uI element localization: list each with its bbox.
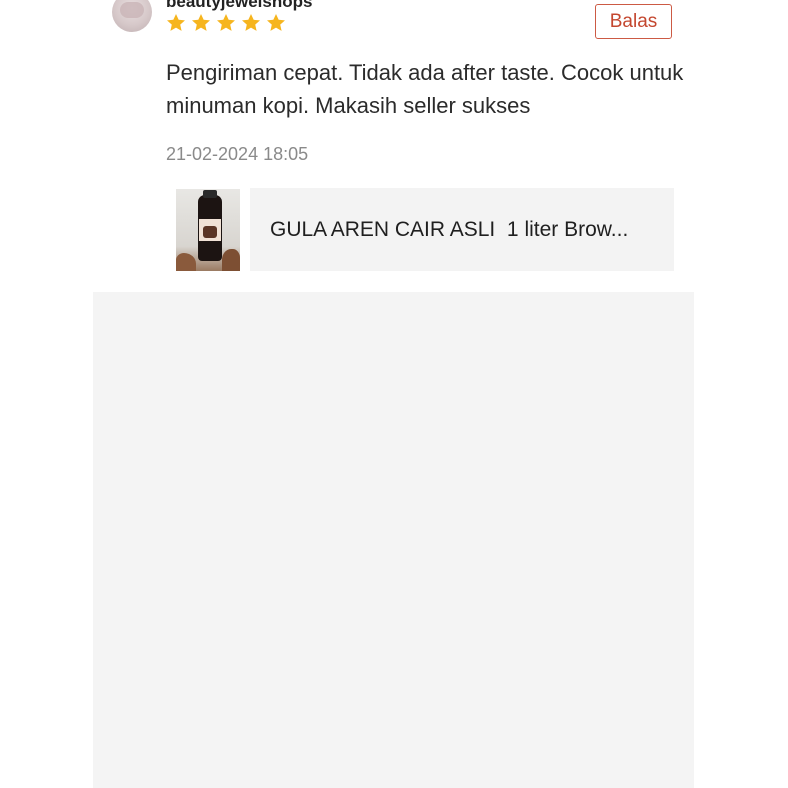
product-title: GULA AREN CAIR ASLI 1 liter Brow...: [270, 217, 629, 241]
star-icon: [217, 14, 235, 31]
product-thumbnail: [176, 189, 240, 271]
user-avatar[interactable]: [112, 0, 152, 32]
reply-button[interactable]: Balas: [595, 4, 672, 39]
product-card[interactable]: GULA AREN CAIR ASLI 1 liter Brow...: [166, 188, 674, 271]
palm-sugar-block-icon: [222, 249, 240, 271]
bottle-cap: [203, 190, 217, 198]
syrup-bottle-icon: [166, 188, 250, 271]
star-icon: [167, 14, 185, 31]
bottle-label-picture: [203, 226, 217, 238]
review-text: Pengiriman cepat. Tidak ada after taste.…: [166, 60, 684, 118]
star-rating: [165, 12, 287, 34]
star-icon: [267, 14, 285, 31]
review-page: beautyjewelshops Balas Pengiriman cepat.…: [0, 0, 788, 788]
reviewer-username: beautyjewelshops: [166, 0, 313, 11]
review-timestamp: 21-02-2024 18:05: [166, 144, 309, 164]
empty-content-area: [93, 292, 694, 788]
star-icon: [192, 14, 210, 31]
avatar-image: [120, 2, 144, 18]
palm-sugar-block-icon: [176, 253, 196, 271]
star-icon: [242, 14, 260, 31]
